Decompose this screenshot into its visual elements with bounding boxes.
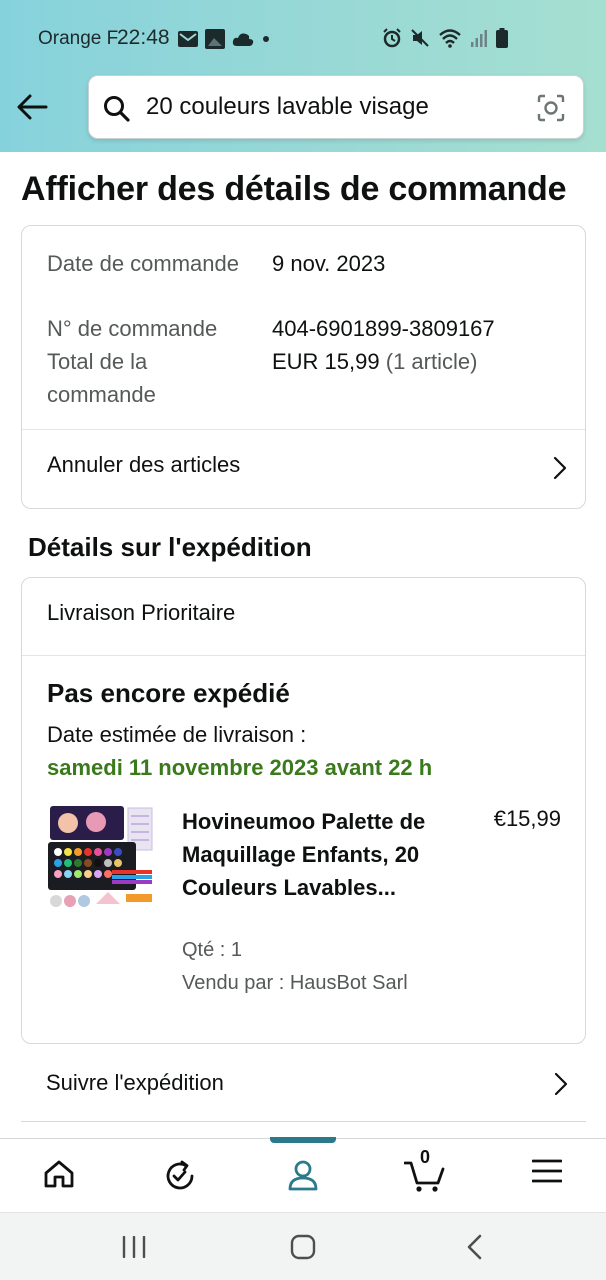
- battery-icon: [496, 28, 508, 48]
- shipment-card: Livraison Prioritaire Pas encore expédié…: [21, 577, 586, 1044]
- history-icon: [166, 1160, 194, 1190]
- mute-icon: [411, 29, 429, 47]
- dot-icon: [263, 36, 269, 42]
- product-price: €15,99: [493, 806, 561, 831]
- shipping-section-title: Détails sur l'expédition: [28, 532, 312, 562]
- order-total-label: Total de la commande: [47, 349, 156, 407]
- divider: [22, 655, 585, 656]
- clock: 22:48: [117, 26, 170, 49]
- delivery-estimate-date: samedi 11 novembre 2023 avant 22 h: [47, 755, 433, 780]
- image-icon: [205, 29, 225, 49]
- order-total-items: (1 article): [385, 349, 478, 374]
- order-total-amount: EUR 15,99: [272, 349, 380, 374]
- order-summary-card: Date de commande 9 nov. 2023 N° de comma…: [21, 225, 586, 509]
- bottom-navigation: 0: [0, 1137, 606, 1212]
- status-bar: Orange F 22:48: [0, 0, 606, 76]
- order-date-value: 9 nov. 2023: [272, 251, 386, 276]
- nav-menu[interactable]: [507, 1139, 587, 1212]
- chevron-right-icon: [553, 456, 567, 480]
- back-arrow-icon[interactable]: [16, 92, 50, 122]
- order-total-value: EUR 15,99 (1 article): [272, 345, 477, 378]
- shipment-status: Pas encore expédié: [47, 678, 290, 708]
- back-button[interactable]: [465, 1234, 483, 1260]
- track-shipment-link[interactable]: Suivre l'expédition: [21, 1046, 586, 1122]
- status-system-icons: [382, 27, 508, 49]
- track-shipment-label: Suivre l'expédition: [46, 1070, 224, 1095]
- shipping-method: Livraison Prioritaire: [47, 600, 236, 625]
- nav-account[interactable]: [263, 1139, 343, 1212]
- cloud-icon: [232, 33, 254, 46]
- home-icon: [44, 1160, 74, 1188]
- product-quantity: Qté : 1: [182, 939, 243, 961]
- search-input[interactable]: 20 couleurs lavable visage: [146, 93, 429, 121]
- recents-button[interactable]: [121, 1236, 147, 1258]
- chevron-right-icon: [554, 1072, 568, 1096]
- order-number-label: N° de commande: [47, 316, 218, 341]
- mail-icon: [178, 31, 198, 47]
- divider: [21, 1121, 586, 1122]
- wifi-icon: [439, 29, 461, 48]
- cancel-items-link[interactable]: Annuler des articles: [22, 430, 585, 508]
- product-image[interactable]: [46, 804, 156, 914]
- search-icon[interactable]: [103, 95, 131, 123]
- system-navigation-bar: [0, 1212, 606, 1280]
- signal-icon: [471, 30, 487, 47]
- page-title: Afficher des détails de commande: [21, 170, 567, 208]
- nav-home[interactable]: [19, 1139, 99, 1212]
- delivery-estimate-label: Date estimée de livraison :: [47, 722, 307, 747]
- carrier-label: Orange F: [38, 28, 119, 49]
- nav-history[interactable]: [140, 1139, 220, 1212]
- account-icon: [288, 1160, 318, 1191]
- cart-count-badge: 0: [420, 1147, 431, 1167]
- order-number-value: 404-6901899-3809167: [272, 316, 495, 341]
- status-notification-icons: [178, 28, 271, 50]
- camera-search-icon[interactable]: [537, 94, 565, 122]
- cancel-items-label: Annuler des articles: [47, 452, 241, 477]
- search-bar[interactable]: 20 couleurs lavable visage: [88, 75, 584, 139]
- order-date-label: Date de commande: [47, 251, 239, 276]
- header-background: Orange F 22:48 20 couleurs lavable visag…: [0, 0, 606, 152]
- home-button[interactable]: [290, 1234, 316, 1260]
- product-title[interactable]: Hovineumoo Palette de Maquillage Enfants…: [182, 805, 442, 904]
- alarm-icon: [383, 28, 401, 48]
- product-seller: Vendu par : HausBot Sarl: [182, 972, 408, 994]
- menu-icon: [532, 1159, 562, 1183]
